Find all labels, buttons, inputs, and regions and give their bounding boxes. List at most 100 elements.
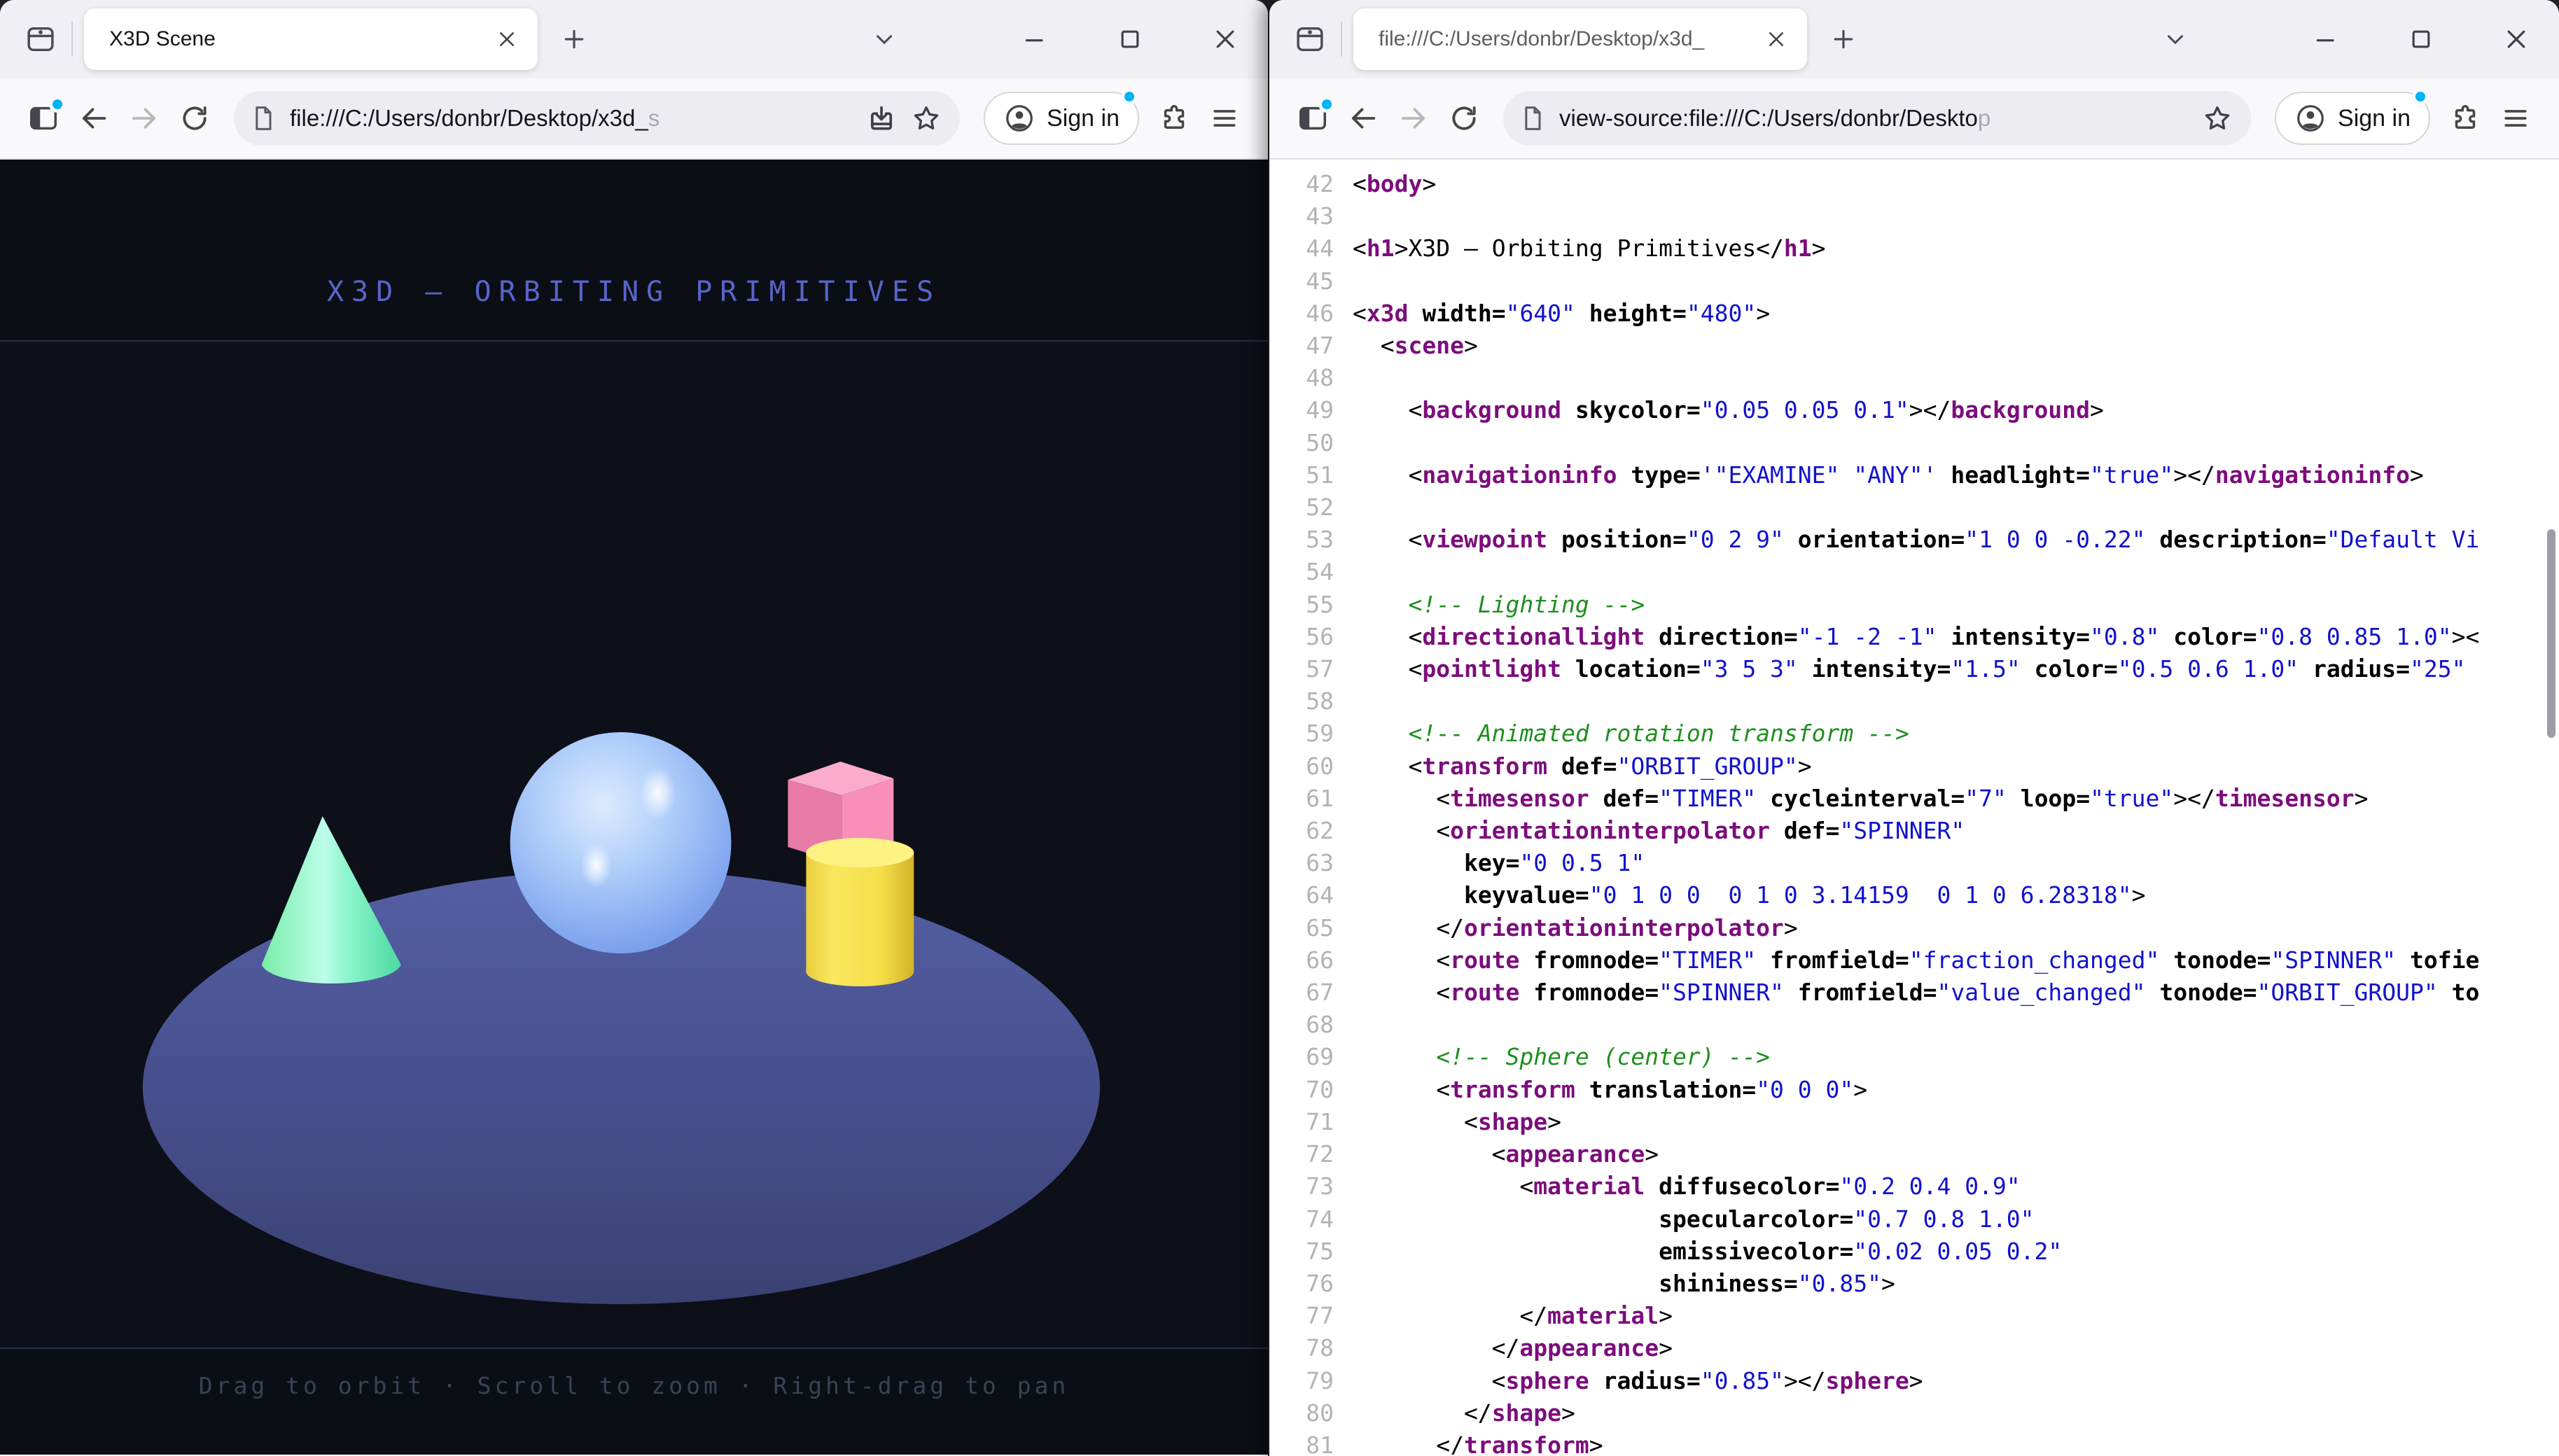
- tab-view-source[interactable]: file:///C:/Users/donbr/Desktop/x3d_: [1353, 8, 1807, 70]
- list-all-tabs-icon[interactable]: [862, 17, 907, 62]
- source-line: 62 <orientationinterpolator def="SPINNER…: [1269, 815, 2559, 847]
- line-number: 76: [1269, 1268, 1334, 1300]
- source-line: 75 emissivecolor="0.02 0.05 0.2": [1269, 1236, 2559, 1268]
- notification-dot: [1121, 88, 1138, 105]
- url-faded-text: p: [1978, 105, 1990, 131]
- sphere-shape: [510, 732, 732, 953]
- new-tab-button[interactable]: [552, 17, 597, 62]
- source-line: 81 </transform>: [1269, 1429, 2559, 1455]
- line-number: 71: [1269, 1106, 1334, 1138]
- source-line: 63 key="0 0.5 1": [1269, 847, 2559, 879]
- sign-in-label: Sign in: [1047, 105, 1120, 132]
- navigation-toolbar: file:///C:/Users/donbr/Desktop/x3d_s Sig…: [0, 78, 1268, 160]
- source-line: 76 shininess="0.85">: [1269, 1268, 2559, 1300]
- line-number: 61: [1269, 783, 1334, 815]
- source-line: 71 <shape>: [1269, 1106, 2559, 1138]
- x3d-scene-svg: [0, 342, 1268, 1348]
- new-tab-button[interactable]: [1821, 17, 1866, 62]
- source-line: 48: [1269, 362, 2559, 394]
- line-number: 46: [1269, 298, 1334, 330]
- tab-close-icon[interactable]: [490, 22, 524, 56]
- tab-title: file:///C:/Users/donbr/Desktop/x3d_: [1379, 27, 1752, 51]
- forward-icon[interactable]: [1391, 96, 1436, 141]
- tab-close-icon[interactable]: [1759, 22, 1793, 56]
- sphere-highlight: [639, 766, 676, 820]
- cylinder-shape: [806, 838, 914, 986]
- line-number: 42: [1269, 168, 1334, 200]
- source-line: 55 <!-- Lighting -->: [1269, 589, 2559, 621]
- sidebar-toggle-icon[interactable]: [21, 96, 66, 141]
- line-number: 62: [1269, 815, 1334, 847]
- line-number: 60: [1269, 750, 1334, 783]
- menu-icon[interactable]: [1202, 96, 1247, 141]
- close-button[interactable]: [2493, 16, 2539, 62]
- line-number: 48: [1269, 362, 1334, 394]
- source-line: 42<body>: [1269, 168, 2559, 200]
- tab-strip: file:///C:/Users/donbr/Desktop/x3d_: [1269, 0, 2559, 78]
- line-number: 58: [1269, 685, 1334, 718]
- source-line: 47 <scene>: [1269, 330, 2559, 362]
- line-number: 80: [1269, 1397, 1334, 1429]
- reload-icon[interactable]: [172, 96, 217, 141]
- source-line: 51 <navigationinfo type='"EXAMINE" "ANY"…: [1269, 459, 2559, 491]
- extensions-icon[interactable]: [2443, 96, 2488, 141]
- sign-in-button[interactable]: Sign in: [984, 92, 1139, 145]
- bookmark-star-icon[interactable]: [908, 100, 944, 136]
- line-number: 69: [1269, 1041, 1334, 1073]
- notification-dot: [1318, 96, 1335, 113]
- tab-separator: [71, 22, 73, 57]
- minimize-button[interactable]: [1012, 16, 1058, 62]
- source-line: 57 <pointlight location="3 5 3" intensit…: [1269, 653, 2559, 685]
- back-icon[interactable]: [1341, 96, 1386, 141]
- reload-icon[interactable]: [1442, 96, 1486, 141]
- menu-icon[interactable]: [2493, 96, 2538, 141]
- source-line: 59 <!-- Animated rotation transform -->: [1269, 718, 2559, 750]
- page-icon: [1519, 104, 1547, 132]
- scrollbar-thumb[interactable]: [2547, 529, 2555, 738]
- line-number: 77: [1269, 1300, 1334, 1332]
- x3d-page: X3D — ORBITING PRIMITIVES: [0, 160, 1268, 1455]
- source-line: 69 <!-- Sphere (center) -->: [1269, 1041, 2559, 1073]
- source-line: 74 specularcolor="0.7 0.8 1.0": [1269, 1203, 2559, 1236]
- line-number: 50: [1269, 427, 1334, 459]
- line-number: 67: [1269, 976, 1334, 1009]
- line-number: 52: [1269, 491, 1334, 524]
- url-bar[interactable]: file:///C:/Users/donbr/Desktop/x3d_s: [234, 91, 960, 146]
- sign-in-button[interactable]: Sign in: [2275, 92, 2430, 145]
- line-number: 53: [1269, 524, 1334, 556]
- x3d-canvas[interactable]: [0, 340, 1268, 1349]
- browser-window-scene: X3D Scene: [0, 0, 1268, 1456]
- minimize-button[interactable]: [2303, 16, 2349, 62]
- extensions-icon[interactable]: [1152, 96, 1197, 141]
- line-number: 49: [1269, 394, 1334, 426]
- url-bar[interactable]: view-source:file:///C:/Users/donbr/Deskt…: [1503, 91, 2251, 146]
- line-number: 63: [1269, 847, 1334, 879]
- line-number: 73: [1269, 1170, 1334, 1203]
- source-line: 68: [1269, 1009, 2559, 1041]
- line-number: 79: [1269, 1365, 1334, 1397]
- line-number: 51: [1269, 459, 1334, 491]
- line-number: 64: [1269, 879, 1334, 911]
- firefox-view-icon[interactable]: [1288, 17, 1332, 62]
- line-number: 44: [1269, 232, 1334, 265]
- close-button[interactable]: [1202, 16, 1248, 62]
- line-number: 70: [1269, 1074, 1334, 1106]
- url-text: view-source:file:///C:/Users/donbr/Deskt…: [1559, 105, 2191, 132]
- line-number: 45: [1269, 265, 1334, 298]
- source-line: 53 <viewpoint position="0 2 9" orientati…: [1269, 524, 2559, 556]
- source-code: 42<body>4344<h1>X3D — Orbiting Primitive…: [1269, 160, 2559, 1455]
- tab-strip: X3D Scene: [0, 0, 1268, 78]
- list-all-tabs-icon[interactable]: [2153, 17, 2198, 62]
- bookmark-star-icon[interactable]: [2199, 100, 2236, 136]
- forward-icon[interactable]: [122, 96, 167, 141]
- view-source-page: 42<body>4344<h1>X3D — Orbiting Primitive…: [1269, 160, 2559, 1455]
- back-icon[interactable]: [71, 96, 116, 141]
- source-line: 80 </shape>: [1269, 1397, 2559, 1429]
- sidebar-toggle-icon[interactable]: [1290, 96, 1335, 141]
- maximize-button[interactable]: [2398, 16, 2444, 62]
- downloads-icon[interactable]: [863, 100, 900, 136]
- source-line: 50: [1269, 427, 2559, 459]
- tab-x3d-scene[interactable]: X3D Scene: [84, 8, 538, 70]
- firefox-view-icon[interactable]: [18, 17, 63, 62]
- maximize-button[interactable]: [1107, 16, 1153, 62]
